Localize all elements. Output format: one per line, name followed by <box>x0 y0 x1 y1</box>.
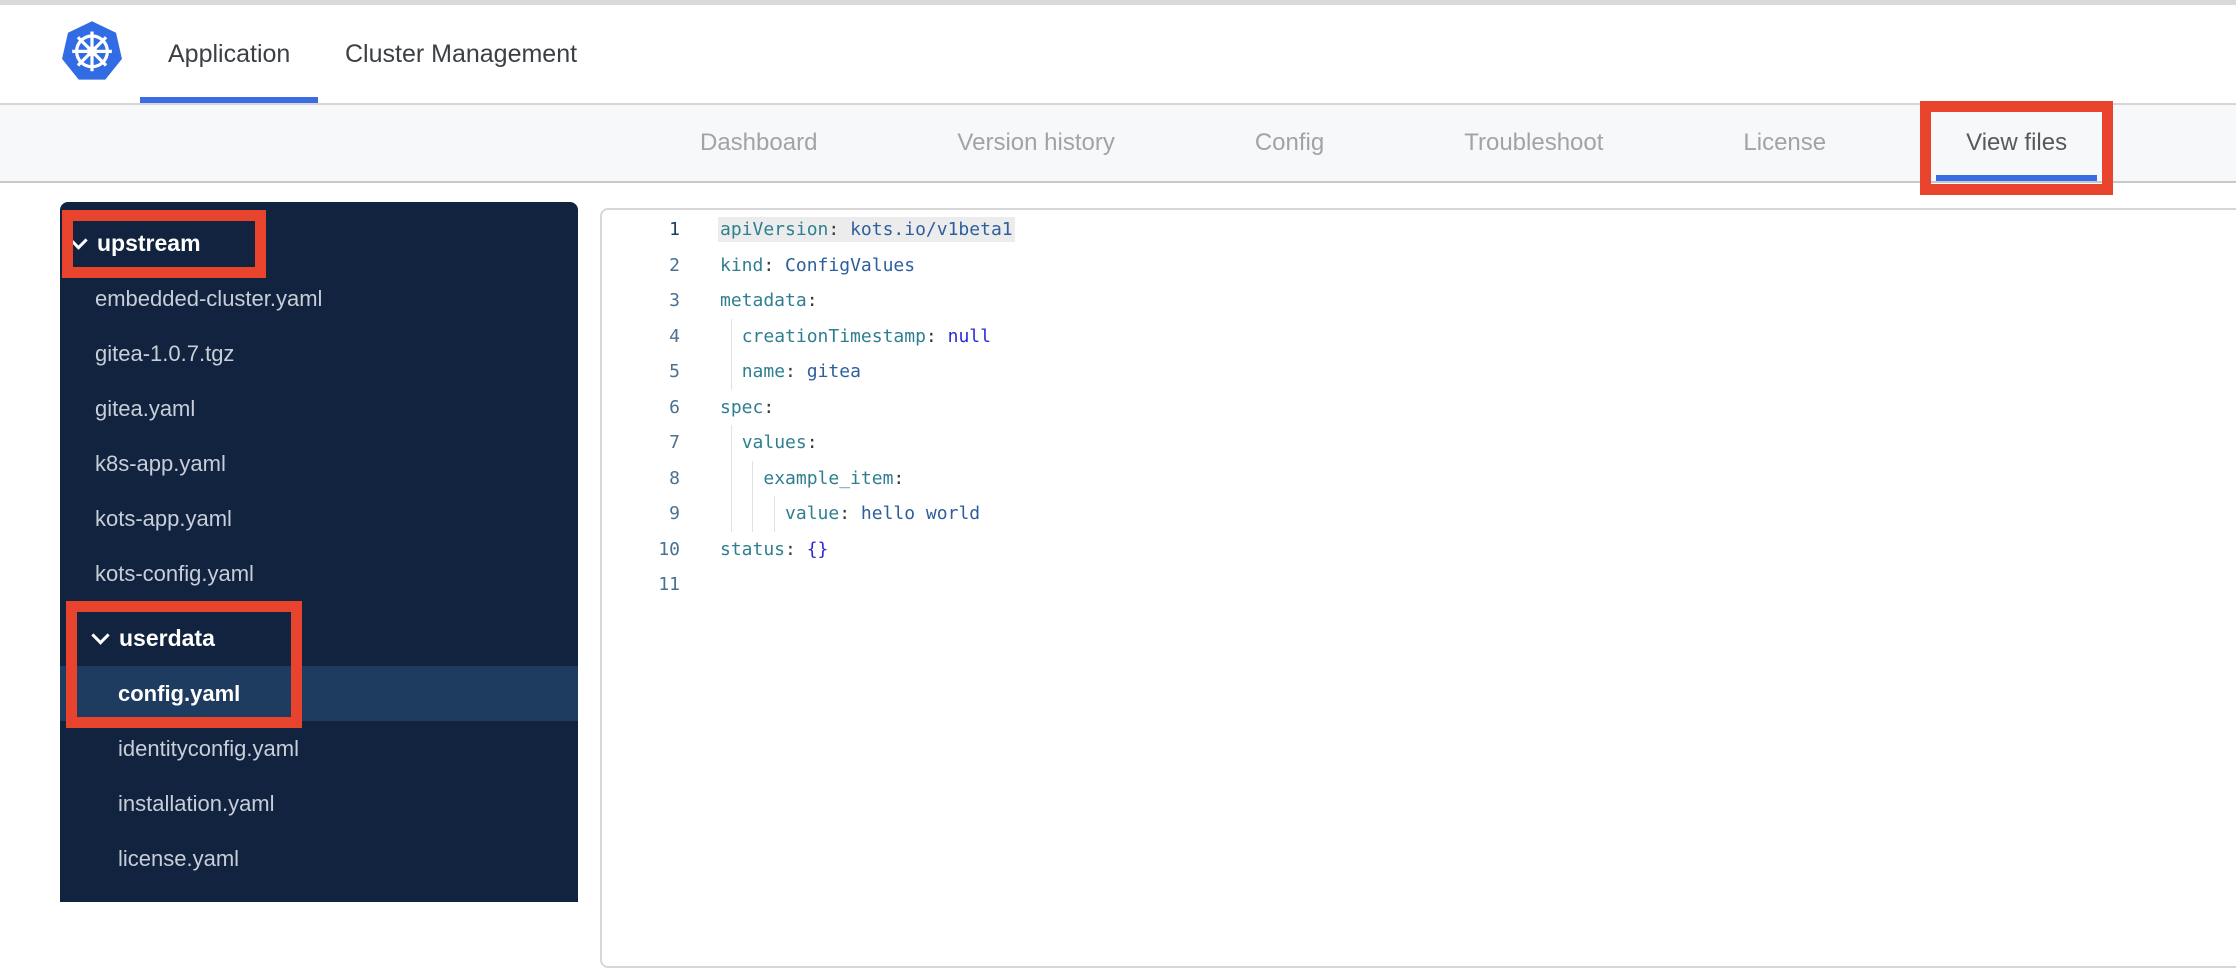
indent-guide <box>752 460 754 496</box>
tab-view-files[interactable]: View files <box>1920 101 2114 195</box>
tab-license[interactable]: License <box>1743 105 1826 181</box>
indent-guide <box>730 496 732 532</box>
tree-item-kots-config-yaml[interactable]: kots-config.yaml <box>60 546 578 601</box>
tree-item-upstream[interactable]: upstream <box>60 216 578 271</box>
indent-guide <box>774 496 776 532</box>
line-number: 5 <box>669 361 680 382</box>
code-line: 2 kind: ConfigValues <box>602 248 2236 284</box>
chevron-down-icon <box>69 230 88 250</box>
app-subnav: Dashboard Version history Config Troublesho… <box>0 101 2236 195</box>
line-number: 1 <box>669 219 680 240</box>
line-number: 10 <box>658 538 680 560</box>
code-line: 4 creationTimestamp: null <box>602 318 2236 354</box>
tab-application[interactable]: Application <box>140 5 319 103</box>
tree-item-embedded-cluster-yaml[interactable]: embedded-cluster.yaml <box>60 271 578 326</box>
code-line: 3 metadata: <box>602 283 2236 319</box>
indent-guide <box>730 318 732 354</box>
line-number: 3 <box>669 290 680 311</box>
tab-config[interactable]: Config <box>1255 105 1324 181</box>
tab-dashboard[interactable]: Dashboard <box>700 105 817 181</box>
tree-item-gitea-1-0-7-tgz[interactable]: gitea-1.0.7.tgz <box>60 326 578 381</box>
code-line: 5 name: gitea <box>602 354 2236 390</box>
code-line: 6 spec: <box>602 390 2236 426</box>
tab-version-history[interactable]: Version history <box>957 105 1114 181</box>
line-number: 4 <box>669 325 680 347</box>
tree-item-gitea-yaml[interactable]: gitea.yaml <box>60 381 578 436</box>
line-number: 8 <box>669 467 680 489</box>
code-line: 8 example_item: <box>602 460 2236 496</box>
tree-item-license-yaml[interactable]: license.yaml <box>60 831 578 886</box>
tree-item-identityconfig-yaml[interactable]: identityconfig.yaml <box>60 721 578 776</box>
line-number: 9 <box>669 503 680 524</box>
code-line: 9 value: hello world <box>602 496 2236 532</box>
primary-nav: Application Cluster Management <box>0 5 2236 103</box>
indent-guide <box>730 354 732 390</box>
tree-item-kots-app-yaml[interactable]: kots-app.yaml <box>60 491 578 546</box>
tree-item-userdata[interactable]: userdata <box>60 611 578 666</box>
code-line: 1 apiVersion: kots.io/v1beta1 <box>602 212 2236 248</box>
active-tab-underline <box>1936 175 2098 181</box>
yaml-editor[interactable]: 1 apiVersion: kots.io/v1beta1 2 kind: Confi… <box>600 208 2236 968</box>
chevron-down-icon <box>91 625 110 645</box>
code-line: 7 values: <box>602 425 2236 461</box>
line-number: 6 <box>669 396 680 418</box>
code-lines: 1 apiVersion: kots.io/v1beta1 2 kind: Confi… <box>602 212 2236 603</box>
indent-guide <box>730 425 732 461</box>
line-number: 7 <box>669 432 680 453</box>
line-number: 2 <box>669 254 680 276</box>
tree-item-config-yaml[interactable]: config.yaml <box>60 666 578 721</box>
code-line: 11 <box>602 567 2236 603</box>
file-tree-sidebar: upstream embedded-cluster.yaml gitea-1.0.7… <box>60 202 578 902</box>
tree-item-k8s-app-yaml[interactable]: k8s-app.yaml <box>60 436 578 491</box>
tab-troubleshoot[interactable]: Troubleshoot <box>1464 105 1603 181</box>
line-number: 11 <box>658 574 680 595</box>
secondary-nav: Dashboard Version history Config Troublesho… <box>700 101 2114 195</box>
tab-cluster-management[interactable]: Cluster Management <box>345 5 577 103</box>
indent-guide <box>752 496 754 532</box>
tree-item-installation-yaml[interactable]: installation.yaml <box>60 776 578 831</box>
primary-header: Application Cluster Management <box>0 5 2236 103</box>
indent-guide <box>730 460 732 496</box>
code-line: 10 status: {} <box>602 532 2236 568</box>
